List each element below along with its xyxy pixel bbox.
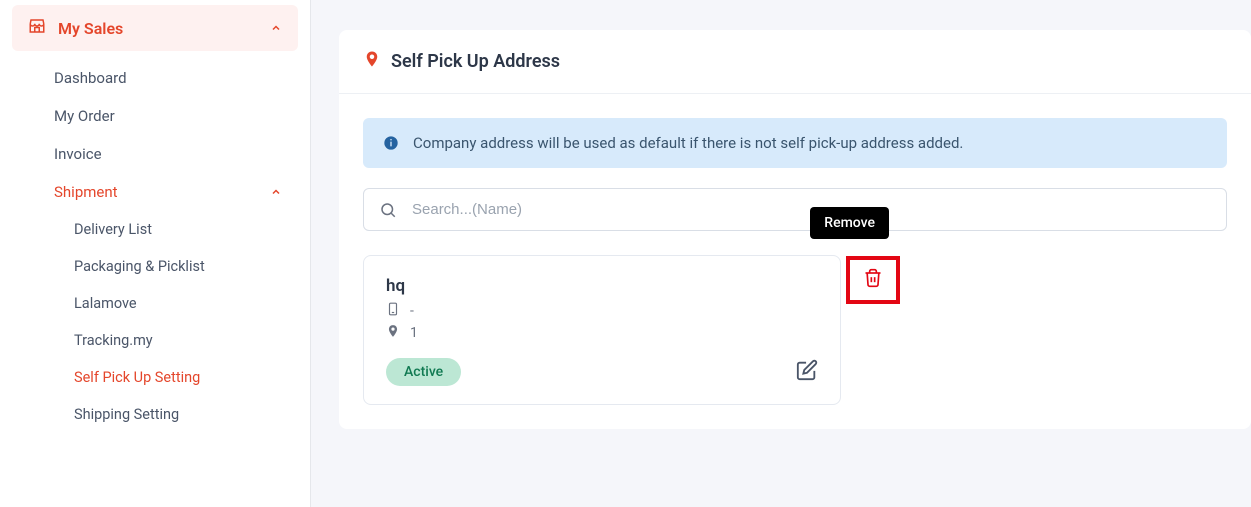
edit-icon [796,359,818,385]
sidebar-item-dashboard[interactable]: Dashboard [54,59,298,97]
address-location: 1 [410,325,418,341]
search-icon [379,201,397,219]
chevron-up-icon [270,22,282,34]
trash-icon [863,268,883,292]
search-input[interactable] [363,188,1227,231]
address-card-wrap: Remove hq - 1 [363,255,841,405]
sidebar-subitem-delivery-list[interactable]: Delivery List [74,211,298,248]
sidebar-item-shipment[interactable]: Shipment [54,173,298,211]
sidebar-section-my-sales[interactable]: My Sales [12,5,298,51]
sidebar-subitem-self-pickup[interactable]: Self Pick Up Setting [74,359,298,396]
map-pin-icon [363,50,381,73]
search-wrap [363,188,1227,231]
sidebar-subitem-packaging[interactable]: Packaging & Picklist [74,248,298,285]
info-alert: Company address will be used as default … [363,118,1227,168]
address-card: hq - 1 Active [363,255,841,405]
address-name: hq [386,276,818,296]
sidebar-list: Dashboard My Order Invoice Shipment [12,59,298,211]
sidebar-section-label: My Sales [58,19,123,38]
main-content: Self Pick Up Address Company address wil… [311,0,1251,507]
sidebar-sublist-shipment: Delivery List Packaging & Picklist Lalam… [12,211,298,433]
sidebar: My Sales Dashboard My Order Invoice Ship… [0,0,311,507]
sidebar-subitem-shipping-setting[interactable]: Shipping Setting [74,396,298,433]
self-pickup-panel: Self Pick Up Address Company address wil… [339,30,1251,429]
sidebar-subitem-lalamove[interactable]: Lalamove [74,285,298,322]
address-phone-row: - [386,302,818,320]
sidebar-item-label: Shipment [54,183,118,201]
edit-button[interactable] [796,359,818,385]
remove-tooltip: Remove [810,207,889,239]
address-phone: - [410,303,414,319]
chevron-up-icon [270,186,282,198]
location-pin-icon [386,324,400,342]
phone-icon [386,302,400,320]
status-badge: Active [386,358,461,386]
info-icon [383,135,399,151]
sidebar-subitem-tracking[interactable]: Tracking.my [74,322,298,359]
card-footer: Active [386,358,818,386]
store-icon [28,17,46,39]
sidebar-item-invoice[interactable]: Invoice [54,135,298,173]
panel-header: Self Pick Up Address [339,30,1251,94]
panel-title: Self Pick Up Address [391,51,560,72]
alert-text: Company address will be used as default … [413,134,963,152]
address-location-row: 1 [386,324,818,342]
remove-button[interactable] [846,256,900,304]
sidebar-item-my-order[interactable]: My Order [54,97,298,135]
